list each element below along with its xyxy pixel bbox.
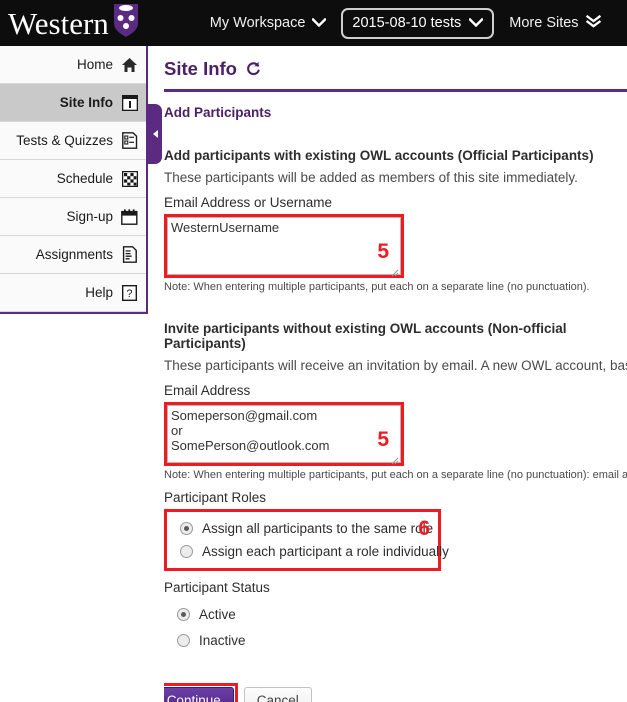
radio-row-active[interactable]: Active: [164, 601, 627, 627]
chevron-down-icon: [311, 15, 328, 31]
checker-grid-icon: [121, 170, 138, 187]
radio-label-same-role: Assign all participants to the same role: [202, 521, 434, 536]
participant-roles-group: Assign all participants to the same role…: [164, 509, 449, 571]
radio-label-inactive: Inactive: [199, 632, 246, 648]
annotation-number-5-nonofficial: 5: [377, 428, 389, 451]
svg-text:?: ?: [126, 288, 132, 300]
sidebar-item-home[interactable]: Home: [0, 46, 146, 84]
top-bar: Western My Workspace 2015-08-10 tests Mo…: [0, 0, 627, 46]
participant-status-group: Active Inactive: [164, 601, 627, 653]
continue-button-annotated: Continue: [164, 683, 238, 702]
western-brand[interactable]: Western: [8, 0, 139, 46]
sidebar-item-sign-up[interactable]: Sign-up: [0, 198, 146, 236]
sidebar-item-label: Assignments: [35, 247, 113, 262]
official-textarea-annotated: 5: [164, 214, 404, 278]
western-shield-icon: [113, 3, 139, 42]
official-field-label: Email Address or Username: [164, 195, 333, 210]
active-site-label: 2015-08-10 tests: [352, 15, 462, 31]
annotation-number-5-official: 5: [377, 240, 389, 263]
page-title: Site Info: [164, 58, 237, 79]
radio-row-same-role[interactable]: Assign all participants to the same role: [167, 517, 438, 540]
question-icon: ?: [121, 284, 138, 301]
sidebar-item-label: Tests & Quizzes: [16, 133, 113, 148]
triangle-left-icon: [152, 130, 158, 138]
radio-label-individual-role: Assign each participant a role individua…: [202, 544, 449, 559]
western-wordmark: Western: [8, 5, 109, 41]
sidebar: Home Site Info Tests & Quizzes Schedule …: [0, 46, 162, 314]
continue-button[interactable]: Continue: [164, 687, 234, 702]
nonofficial-participants-input[interactable]: [167, 405, 401, 463]
my-workspace-label: My Workspace: [209, 15, 306, 31]
annotation-number-6: 6: [418, 517, 430, 540]
radio-same-role[interactable]: [180, 522, 193, 535]
quiz-form-icon: [121, 132, 138, 149]
nonofficial-section-title: Invite participants without existing OWL…: [164, 321, 567, 351]
sidebar-item-label: Sign-up: [66, 209, 113, 224]
sidebar-item-schedule[interactable]: Schedule: [0, 160, 146, 198]
official-section-title: Add participants with existing OWL accou…: [164, 148, 594, 163]
sidebar-item-tests-quizzes[interactable]: Tests & Quizzes: [0, 122, 146, 160]
radio-row-inactive[interactable]: Inactive: [164, 627, 627, 653]
home-icon: [121, 56, 138, 73]
refresh-icon[interactable]: [246, 61, 261, 77]
radio-active[interactable]: [177, 607, 190, 621]
section-subheading: Add Participants: [164, 105, 272, 120]
sidebar-item-label: Help: [85, 285, 113, 300]
sidebar-item-label: Schedule: [56, 171, 113, 186]
sidebar-item-assignments[interactable]: Assignments: [0, 236, 146, 274]
official-note: Note: When entering multiple participant…: [164, 281, 590, 293]
radio-row-individual-role[interactable]: Assign each participant a role individua…: [167, 540, 449, 563]
nonofficial-note: Note: When entering multiple participant…: [164, 469, 627, 481]
page-title-row: Site Info: [164, 46, 627, 80]
calendar-icon: [121, 208, 138, 225]
double-chevron-down-icon: [585, 14, 601, 32]
cancel-button[interactable]: Cancel: [243, 687, 312, 702]
chevron-down-icon: [468, 15, 484, 31]
active-site-tab[interactable]: 2015-08-10 tests: [341, 7, 495, 39]
sidebar-item-site-info[interactable]: Site Info: [0, 84, 146, 122]
nonofficial-textarea-annotated: 5: [164, 402, 404, 466]
action-button-row: 7 Continue Cancel: [164, 683, 627, 702]
sidebar-item-help[interactable]: Help ?: [0, 274, 146, 312]
sidebar-collapse-toggle[interactable]: [148, 104, 162, 164]
more-sites-menu[interactable]: More Sites: [500, 0, 609, 46]
my-workspace-menu[interactable]: My Workspace: [201, 0, 336, 46]
radio-label-active: Active: [199, 606, 236, 622]
nonofficial-field-label: Email Address: [164, 383, 251, 398]
participant-status-label: Participant Status: [164, 580, 270, 595]
top-navigation: My Workspace 2015-08-10 tests More Sites: [201, 0, 610, 46]
radio-inactive[interactable]: [177, 633, 190, 647]
assignment-icon: [121, 246, 138, 263]
title-divider: [164, 89, 627, 92]
sidebar-item-label: Home: [76, 57, 113, 72]
more-sites-label: More Sites: [509, 15, 579, 31]
radio-individual-role[interactable]: [180, 545, 193, 558]
participant-roles-label: Participant Roles: [164, 490, 267, 505]
info-icon: [121, 94, 138, 111]
official-section-description: These participants will be added as memb…: [164, 170, 578, 185]
sidebar-item-label: Site Info: [59, 95, 113, 110]
official-participants-input[interactable]: [167, 217, 401, 275]
nonofficial-section-description: These participants will receive an invit…: [164, 358, 627, 373]
main-content: Site Info Add Participants Add participa…: [164, 46, 627, 702]
